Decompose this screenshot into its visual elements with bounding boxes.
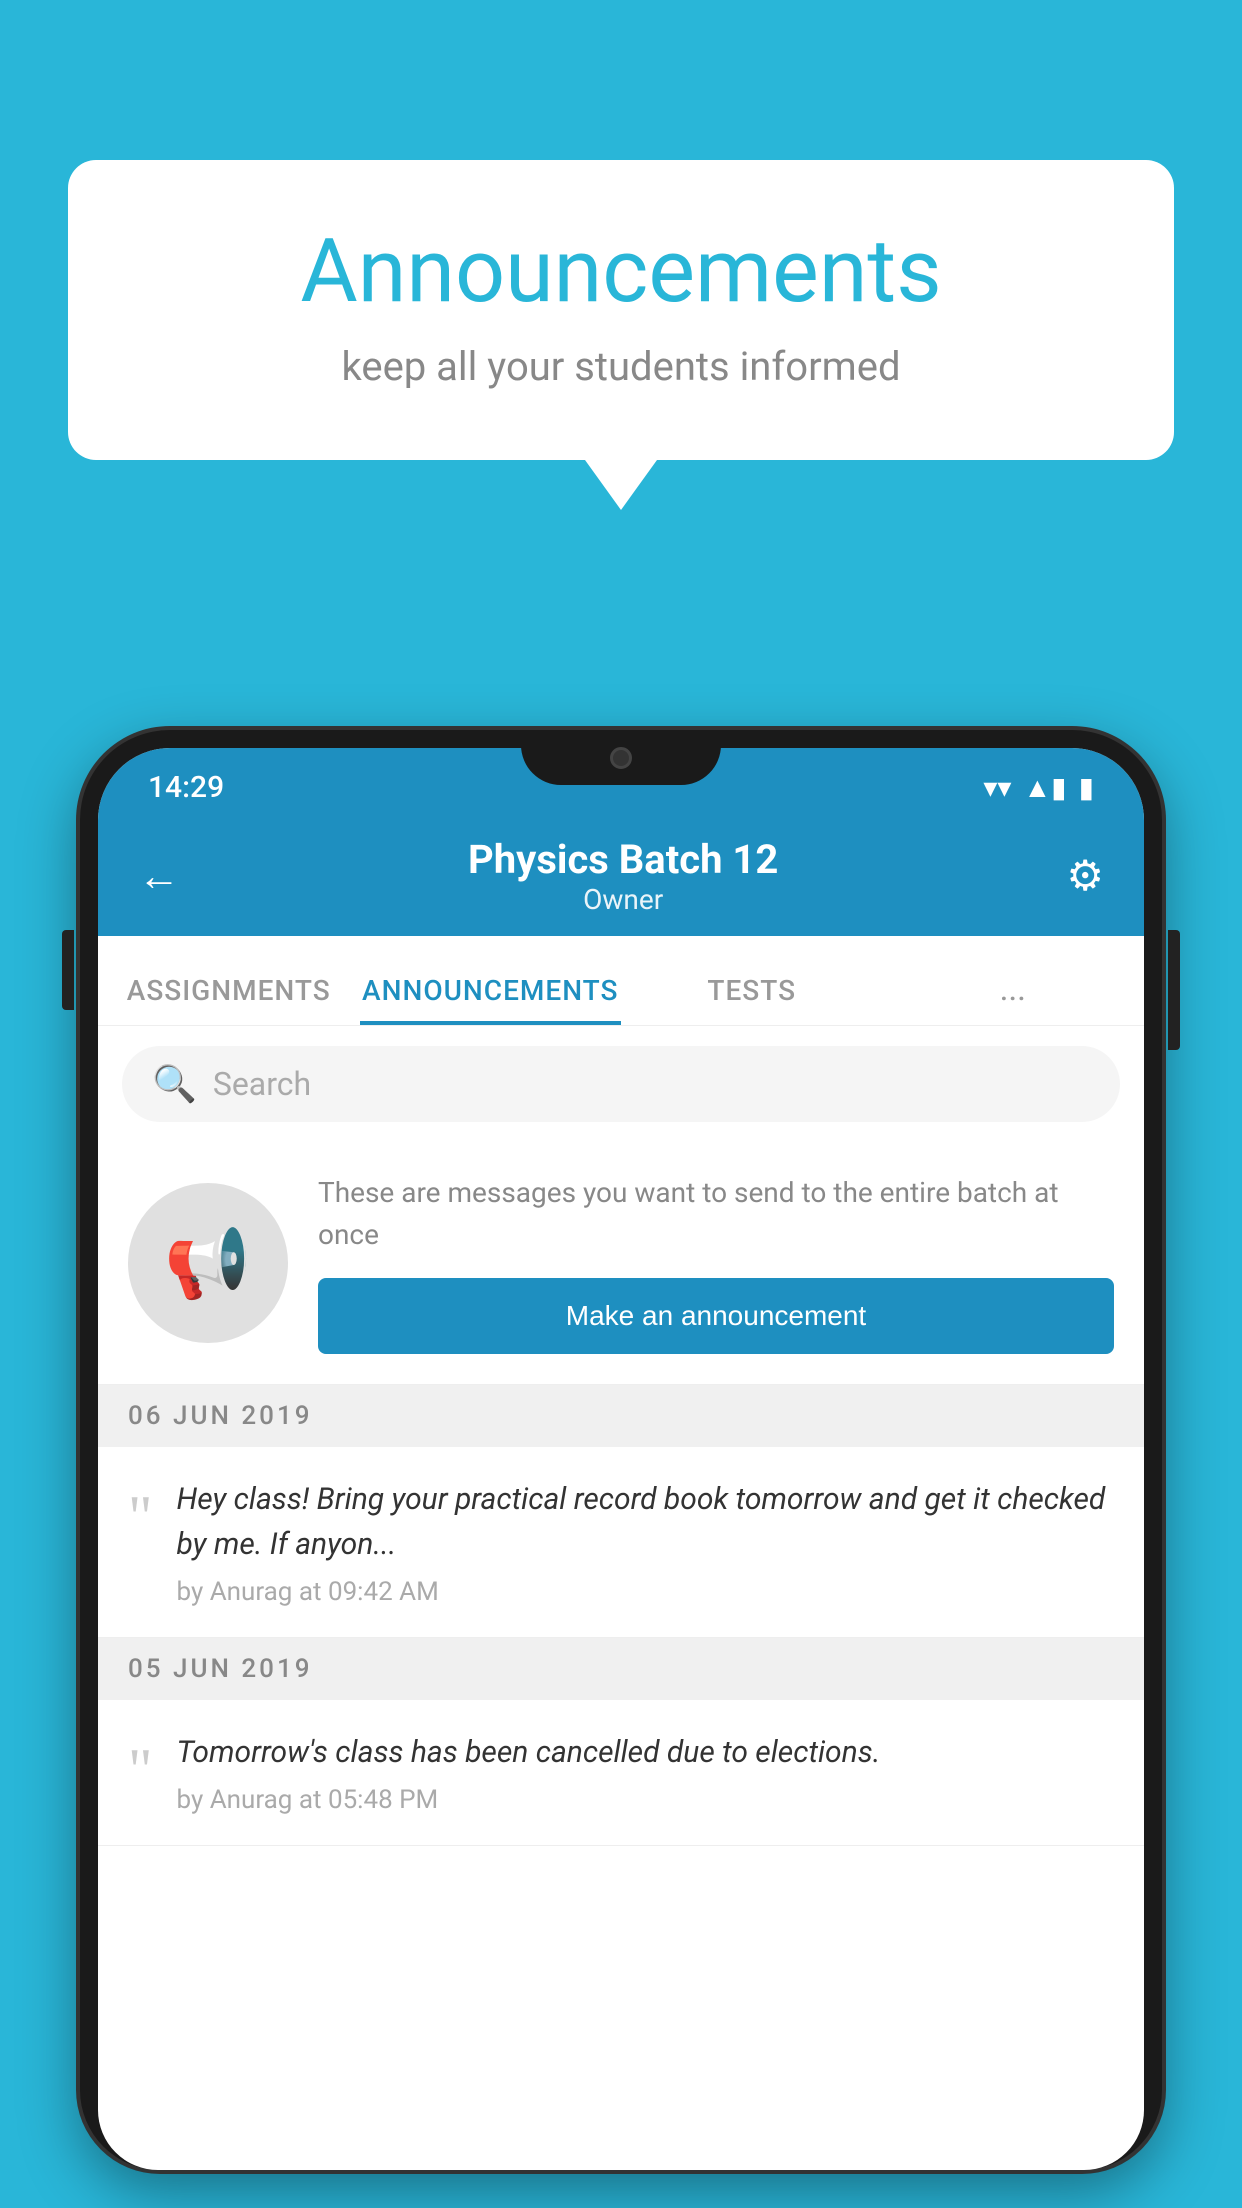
- back-button[interactable]: ←: [138, 852, 180, 901]
- search-bar[interactable]: 🔍 Search: [122, 1046, 1120, 1122]
- megaphone-icon: 📢: [164, 1222, 251, 1304]
- promo-card: 📢 These are messages you want to send to…: [98, 1142, 1144, 1385]
- speech-bubble-card: Announcements keep all your students inf…: [68, 160, 1174, 460]
- announcement-item-2: " Tomorrow's class has been cancelled du…: [98, 1700, 1144, 1846]
- make-announcement-button[interactable]: Make an announcement: [318, 1278, 1114, 1354]
- signal-icon: ▲▮: [1023, 771, 1066, 804]
- app-header: ← Physics Batch 12 Owner ⚙: [98, 816, 1144, 936]
- speech-bubble-title: Announcements: [148, 220, 1094, 323]
- settings-icon[interactable]: ⚙: [1066, 851, 1104, 901]
- status-time: 14:29: [148, 770, 224, 805]
- search-icon: 🔍: [152, 1063, 197, 1105]
- quote-icon-2: ": [128, 1740, 153, 1800]
- announcement-meta-2: by Anurag at 05:48 PM: [177, 1785, 1115, 1815]
- announcement-content-1: Hey class! Bring your practical record b…: [177, 1477, 1115, 1607]
- phone-notch: [521, 730, 721, 785]
- header-title: Physics Batch 12: [180, 836, 1066, 883]
- tab-more[interactable]: ...: [883, 974, 1145, 1025]
- promo-description: These are messages you want to send to t…: [318, 1172, 1114, 1256]
- announcement-text-2: Tomorrow's class has been cancelled due …: [177, 1730, 1115, 1775]
- date-separator-1: 06 JUN 2019: [98, 1385, 1144, 1447]
- speech-bubble-section: Announcements keep all your students inf…: [68, 160, 1174, 510]
- tab-tests[interactable]: TESTS: [621, 974, 883, 1025]
- promo-content: These are messages you want to send to t…: [318, 1172, 1114, 1354]
- speech-bubble-subtitle: keep all your students informed: [148, 343, 1094, 390]
- tabs-bar: ASSIGNMENTS ANNOUNCEMENTS TESTS ...: [98, 936, 1144, 1026]
- phone-screen: 14:29 ▾▾ ▲▮ ▮ ← Physics Batch 12 Owner ⚙…: [98, 748, 1144, 2170]
- announcement-meta-1: by Anurag at 09:42 AM: [177, 1577, 1115, 1607]
- header-subtitle: Owner: [180, 883, 1066, 916]
- date-separator-2: 05 JUN 2019: [98, 1638, 1144, 1700]
- header-center: Physics Batch 12 Owner: [180, 836, 1066, 916]
- promo-icon-circle: 📢: [128, 1183, 288, 1343]
- announcement-text-1: Hey class! Bring your practical record b…: [177, 1477, 1115, 1567]
- tab-announcements[interactable]: ANNOUNCEMENTS: [360, 974, 622, 1025]
- phone-outer: 14:29 ▾▾ ▲▮ ▮ ← Physics Batch 12 Owner ⚙…: [80, 730, 1162, 2170]
- search-placeholder: Search: [213, 1065, 311, 1103]
- status-icons: ▾▾ ▲▮ ▮: [983, 771, 1094, 804]
- phone-mockup: 14:29 ▾▾ ▲▮ ▮ ← Physics Batch 12 Owner ⚙…: [80, 730, 1162, 2208]
- notch-camera: [610, 747, 632, 769]
- battery-icon: ▮: [1079, 771, 1094, 804]
- speech-bubble-arrow: [585, 460, 657, 510]
- announcement-content-2: Tomorrow's class has been cancelled due …: [177, 1730, 1115, 1815]
- announcement-item-1: " Hey class! Bring your practical record…: [98, 1447, 1144, 1638]
- wifi-icon: ▾▾: [983, 771, 1011, 804]
- quote-icon-1: ": [128, 1487, 153, 1547]
- tab-assignments[interactable]: ASSIGNMENTS: [98, 974, 360, 1025]
